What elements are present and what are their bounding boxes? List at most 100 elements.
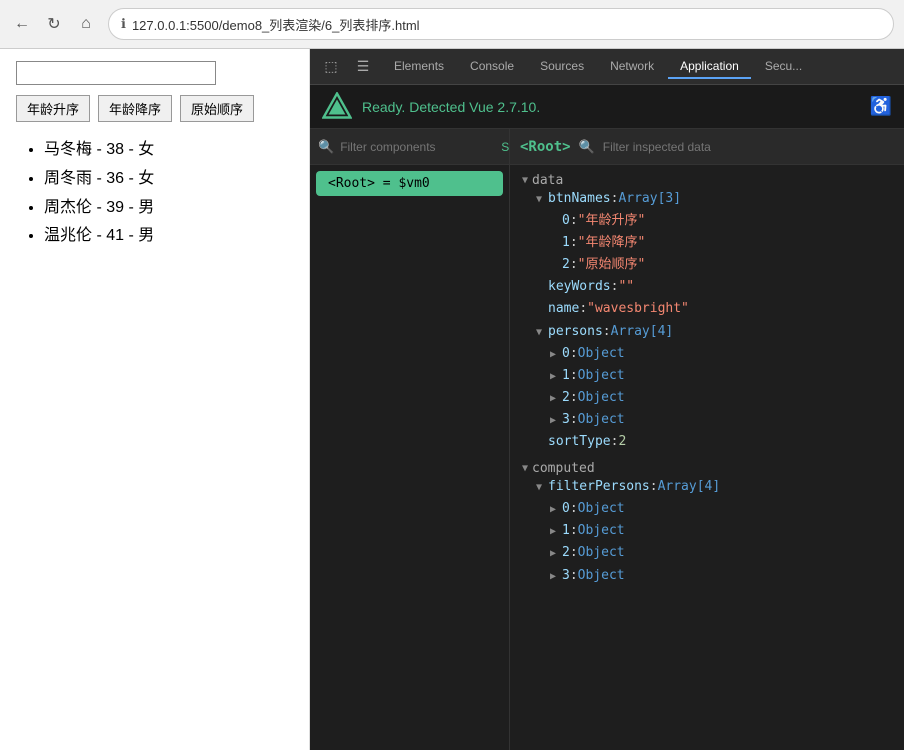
component-search-bar: 🔍 Select — [310, 129, 509, 165]
persons-1-triangle[interactable] — [550, 368, 562, 385]
fp-3-row: 3 : Object — [522, 565, 892, 587]
devtools-panel: ⬚ ☰ Elements Console Sources Network App… — [310, 49, 904, 750]
btnnames-0-val: "年龄升序" — [578, 210, 646, 232]
persons-0-row: 0 : Object — [522, 343, 892, 365]
filterpersons-triangle[interactable] — [536, 479, 548, 496]
btnnames-triangle[interactable] — [536, 191, 548, 208]
fp-1-row: 1 : Object — [522, 520, 892, 542]
persons-2-triangle[interactable] — [550, 390, 562, 407]
component-search-icon: 🔍 — [318, 139, 334, 155]
name-key: name — [548, 298, 579, 320]
person-list: 马冬梅 - 38 - 女 周冬雨 - 36 - 女 周杰伦 - 39 - 男 温… — [16, 136, 293, 251]
filter-search-icon: 🔍 — [579, 139, 595, 155]
persons-key: persons — [548, 321, 603, 343]
sorttype-row: sortType : 2 — [522, 431, 892, 453]
persons-0-triangle[interactable] — [550, 346, 562, 363]
fp-0-row: 0 : Object — [522, 498, 892, 520]
component-tree-list: <Root> = $vm0 — [310, 165, 509, 750]
tab-elements[interactable]: Elements — [382, 55, 456, 79]
persons-2-row: 2 : Object — [522, 387, 892, 409]
select-button[interactable]: Select — [501, 140, 510, 154]
btnnames-1-val: "年龄降序" — [578, 232, 646, 254]
refresh-button[interactable]: ↻ — [42, 12, 66, 36]
vue-devtools-header: Ready. Detected Vue 2.7.10. ♿ — [310, 85, 904, 129]
component-tree-pane: 🔍 Select <Root> = $vm0 — [310, 129, 510, 750]
btnnames-type: Array[3] — [618, 188, 681, 210]
btnnames-row: btnNames : Array[3] — [522, 188, 892, 210]
btnnames-2-val: "原始顺序" — [578, 254, 646, 276]
devtools-tab-bar: ⬚ ☰ Elements Console Sources Network App… — [310, 49, 904, 85]
vue-person-icon[interactable]: ♿ — [870, 96, 892, 117]
keywords-key: keyWords — [548, 276, 611, 298]
filterpersons-row: filterPersons : Array[4] — [522, 476, 892, 498]
fp-0-triangle[interactable] — [550, 501, 562, 518]
sort-age-desc-button[interactable]: 年龄降序 — [98, 95, 172, 122]
device-icon[interactable]: ☰ — [350, 54, 376, 80]
sorttype-key: sortType — [548, 431, 611, 453]
vue-logo — [322, 92, 352, 122]
data-section: ▼ data btnNames : Array[3] 0 — [522, 173, 892, 453]
sort-original-button[interactable]: 原始顺序 — [180, 95, 254, 122]
name-row: name : "wavesbright" — [522, 298, 892, 320]
computed-section: ▼ computed filterPersons : Array[4] — [522, 461, 892, 586]
keywords-row: keyWords : "" — [522, 276, 892, 298]
computed-section-header[interactable]: ▼ computed — [522, 461, 892, 476]
tab-sources[interactable]: Sources — [528, 55, 596, 79]
btnnames-1-row: 1 : "年龄降序" — [522, 232, 892, 254]
data-section-triangle: ▼ — [522, 175, 528, 186]
vue-status-text: Ready. Detected Vue 2.7.10. — [362, 99, 860, 115]
keywords-val: "" — [618, 276, 634, 298]
data-inspector-body: ▼ data btnNames : Array[3] 0 — [510, 165, 904, 750]
tab-application[interactable]: Application — [668, 55, 751, 79]
persons-3-triangle[interactable] — [550, 412, 562, 429]
btnnames-2-row: 2 : "原始顺序" — [522, 254, 892, 276]
vue-body: 🔍 Select <Root> = $vm0 <Root> 🔍 — [310, 129, 904, 750]
list-item: 周杰伦 - 39 - 男 — [44, 194, 293, 223]
component-tree-item-root[interactable]: <Root> = $vm0 — [316, 171, 503, 196]
address-bar[interactable]: ℹ 127.0.0.1:5500/demo8_列表渲染/6_列表排序.html — [108, 8, 894, 40]
component-tree-item-label: <Root> = $vm0 — [328, 176, 430, 191]
tab-console[interactable]: Console — [458, 55, 526, 79]
url-text: 127.0.0.1:5500/demo8_列表渲染/6_列表排序.html — [132, 15, 881, 34]
persons-triangle[interactable] — [536, 324, 548, 341]
tab-security[interactable]: Secu... — [753, 55, 814, 79]
data-inspector-header: <Root> 🔍 — [510, 129, 904, 165]
back-button[interactable]: ← — [10, 12, 34, 36]
computed-section-title: computed — [532, 461, 595, 476]
persons-3-row: 3 : Object — [522, 409, 892, 431]
search-input[interactable] — [16, 61, 216, 85]
nav-buttons: ← ↻ ⌂ — [10, 12, 98, 36]
sort-buttons: 年龄升序 年龄降序 原始顺序 — [16, 95, 293, 122]
browser-chrome: ← ↻ ⌂ ℹ 127.0.0.1:5500/demo8_列表渲染/6_列表排序… — [0, 0, 904, 49]
filter-input[interactable] — [603, 140, 894, 154]
info-icon: ℹ — [121, 16, 126, 32]
persons-1-row: 1 : Object — [522, 365, 892, 387]
browser-toolbar: ← ↻ ⌂ ℹ 127.0.0.1:5500/demo8_列表渲染/6_列表排序… — [0, 0, 904, 48]
btnnames-0-row: 0 : "年龄升序" — [522, 210, 892, 232]
filterpersons-key: filterPersons — [548, 476, 650, 498]
component-search-input[interactable] — [340, 140, 495, 154]
webpage-panel: 年龄升序 年龄降序 原始顺序 马冬梅 - 38 - 女 周冬雨 - 36 - 女… — [0, 49, 310, 750]
persons-type: Array[4] — [611, 321, 674, 343]
fp-2-triangle[interactable] — [550, 545, 562, 562]
list-item: 马冬梅 - 38 - 女 — [44, 136, 293, 165]
list-item: 温兆伦 - 41 - 男 — [44, 222, 293, 251]
fp-3-triangle[interactable] — [550, 568, 562, 585]
fp-2-row: 2 : Object — [522, 542, 892, 564]
sorttype-val: 2 — [618, 431, 626, 453]
list-item: 周冬雨 - 36 - 女 — [44, 165, 293, 194]
main-split: 年龄升序 年龄降序 原始顺序 马冬梅 - 38 - 女 周冬雨 - 36 - 女… — [0, 49, 904, 750]
tab-network[interactable]: Network — [598, 55, 666, 79]
data-section-header[interactable]: ▼ data — [522, 173, 892, 188]
inspect-icon[interactable]: ⬚ — [318, 54, 344, 80]
sort-age-asc-button[interactable]: 年龄升序 — [16, 95, 90, 122]
fp-1-triangle[interactable] — [550, 523, 562, 540]
data-section-title: data — [532, 173, 563, 188]
btnnames-key: btnNames — [548, 188, 611, 210]
data-inspector-pane: <Root> 🔍 ▼ data btnNames — [510, 129, 904, 750]
persons-row: persons : Array[4] — [522, 321, 892, 343]
name-val: "wavesbright" — [587, 298, 689, 320]
root-label: <Root> — [520, 139, 571, 155]
home-button[interactable]: ⌂ — [74, 12, 98, 36]
computed-section-triangle: ▼ — [522, 463, 528, 474]
